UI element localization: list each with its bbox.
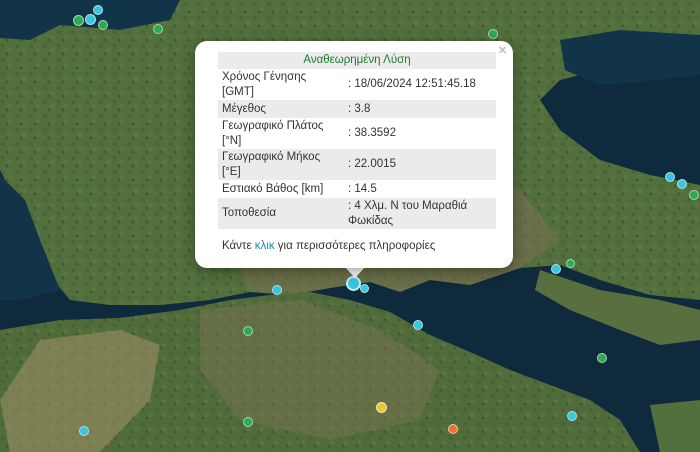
solution-status-header: Αναθεωρημένη Λύση xyxy=(218,52,496,69)
latitude-label: Γεωγραφικό Πλάτος [°N] xyxy=(222,119,324,147)
earthquake-marker[interactable] xyxy=(567,411,577,421)
earthquake-marker[interactable] xyxy=(360,284,369,293)
magnitude-value: : 3.8 xyxy=(344,100,496,118)
info-row-latitude: Γεωγραφικό Πλάτος [°N] : 38.3592 xyxy=(218,118,496,149)
earthquake-marker[interactable] xyxy=(448,424,458,434)
earthquake-info-popup: × Αναθεωρημένη Λύση Χρόνος Γένησης [GMT]… xyxy=(195,41,513,268)
map-view[interactable]: × Αναθεωρημένη Λύση Χρόνος Γένησης [GMT]… xyxy=(0,0,700,452)
latitude-value: : 38.3592 xyxy=(348,127,396,139)
location-value: : 4 Χλμ. Ν του Μαραθιά Φωκίδας xyxy=(344,198,496,229)
more-info-suffix: για περισσότερες πληροφορίες xyxy=(274,240,436,252)
longitude-value: : 22.0015 xyxy=(344,149,496,180)
selected-earthquake-marker[interactable] xyxy=(346,276,361,291)
magnitude-label: Μέγεθος xyxy=(218,100,344,118)
close-icon[interactable]: × xyxy=(498,43,507,59)
earthquake-marker[interactable] xyxy=(551,264,561,274)
info-row-origin-time: Χρόνος Γένησης [GMT] : 18/06/2024 12:51:… xyxy=(218,69,496,100)
longitude-label: Γεωγραφικό Μήκος [°E] xyxy=(218,149,344,180)
depth-label: Εστιακό Βάθος [km] xyxy=(222,182,324,195)
info-row-magnitude: Μέγεθος : 3.8 xyxy=(218,100,496,118)
earthquake-marker[interactable] xyxy=(272,285,282,295)
depth-value: : 14.5 xyxy=(348,182,377,195)
info-row-depth: Εστιακό Βάθος [km] : 14.5 xyxy=(218,180,496,198)
earthquake-marker[interactable] xyxy=(488,29,498,39)
origin-time-label: Χρόνος Γένησης [GMT] xyxy=(222,70,307,98)
earthquake-marker[interactable] xyxy=(79,426,89,436)
earthquake-marker[interactable] xyxy=(243,326,253,336)
earthquake-marker[interactable] xyxy=(689,190,699,200)
earthquake-marker[interactable] xyxy=(153,24,163,34)
info-row-location: Τοποθεσία : 4 Χλμ. Ν του Μαραθιά Φωκίδας xyxy=(218,198,496,229)
earthquake-marker[interactable] xyxy=(98,20,108,30)
more-info-prefix: Κάντε xyxy=(222,240,255,252)
earthquake-marker[interactable] xyxy=(677,179,687,189)
info-row-longitude: Γεωγραφικό Μήκος [°E] : 22.0015 xyxy=(218,149,496,180)
earthquake-marker[interactable] xyxy=(376,402,387,413)
earthquake-marker[interactable] xyxy=(93,5,103,15)
location-label: Τοποθεσία xyxy=(218,198,344,229)
bay-northeast xyxy=(560,30,700,85)
more-info-link[interactable]: κλικ xyxy=(255,240,275,252)
earthquake-marker[interactable] xyxy=(597,353,607,363)
earthquake-marker[interactable] xyxy=(85,14,96,25)
origin-time-value: : 18/06/2024 12:51:45.18 xyxy=(348,78,476,90)
earthquake-marker[interactable] xyxy=(566,259,575,268)
more-info-text: Κάντε κλικ για περισσότερες πληροφορίες xyxy=(222,240,435,252)
earthquake-marker[interactable] xyxy=(73,15,84,26)
earthquake-info-table: Αναθεωρημένη Λύση Χρόνος Γένησης [GMT] :… xyxy=(218,52,496,229)
earthquake-marker[interactable] xyxy=(665,172,675,182)
popup-header-row: Αναθεωρημένη Λύση xyxy=(218,52,496,69)
earthquake-marker[interactable] xyxy=(413,320,423,330)
earthquake-marker[interactable] xyxy=(243,417,253,427)
